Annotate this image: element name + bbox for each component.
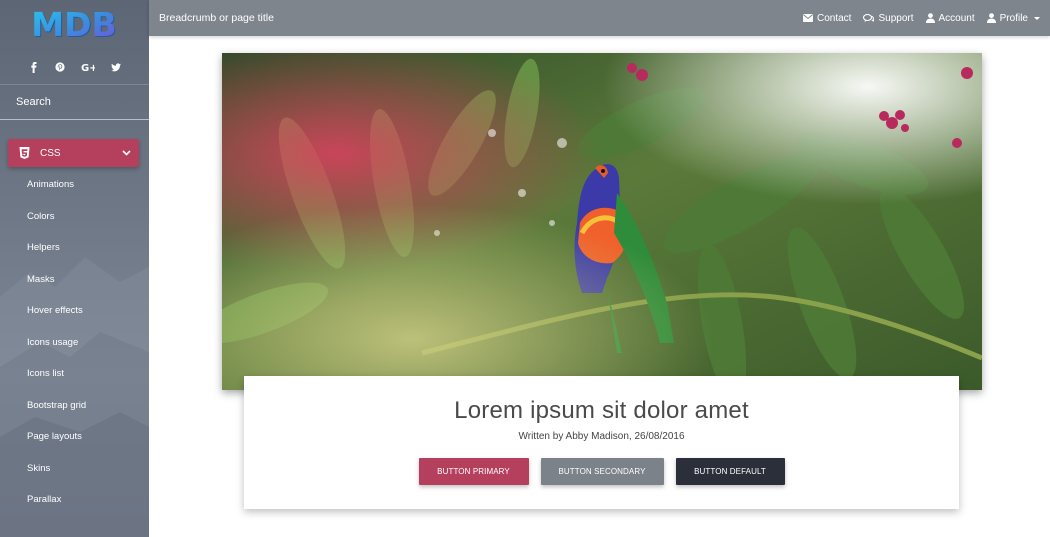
secondary-button[interactable]: BUTTON SECONDARY — [540, 458, 664, 485]
user-icon — [925, 13, 935, 23]
sidebar-item-label: Masks — [27, 273, 55, 285]
sidebar-item-icons-usage[interactable]: Icons usage — [0, 327, 149, 359]
content-card: Lorem ipsum sit dolor amet Written by Ab… — [244, 376, 959, 509]
svg-text:G+: G+ — [81, 63, 95, 72]
primary-button[interactable]: BUTTON PRIMARY — [418, 458, 529, 485]
pinterest-icon[interactable] — [54, 61, 65, 73]
breadcrumb: Breadcrumb or page title — [159, 12, 274, 24]
profile-label: Profile — [999, 12, 1028, 24]
sidebar-item-hover-effects[interactable]: Hover effects — [0, 295, 149, 327]
profile-dropdown[interactable]: Profile — [986, 12, 1040, 24]
sidebar-item-css[interactable]: CSS — [8, 139, 139, 167]
sidebar-item-label: Hover effects — [27, 305, 83, 317]
card-title: Lorem ipsum sit dolor amet — [454, 397, 749, 424]
sidebar-submenu: Animations Colors Helpers Masks Hover ef… — [0, 169, 149, 516]
caret-down-icon — [1034, 16, 1040, 20]
social-links: G+ — [0, 58, 149, 76]
account-link[interactable]: Account — [925, 12, 975, 24]
search-input[interactable] — [16, 96, 136, 108]
comments-icon — [863, 13, 875, 22]
facebook-icon[interactable] — [29, 61, 39, 73]
user-icon — [986, 13, 996, 23]
sidebar-item-helpers[interactable]: Helpers — [0, 232, 149, 264]
card-byline: Written by Abby Madison, 26/08/2016 — [518, 431, 685, 442]
sidebar-item-label: Icons list — [27, 368, 64, 380]
sidebar: MDB MDB G+ CSS Animations Colors — [0, 0, 149, 537]
sidebar-item-bootstrap-grid[interactable]: Bootstrap grid — [0, 390, 149, 422]
parrot-photo — [222, 53, 982, 390]
twitter-icon[interactable] — [110, 61, 121, 73]
sidebar-item-label: Parallax — [27, 494, 62, 506]
mdb-logo[interactable]: MDB MDB — [0, 6, 149, 46]
sidebar-search — [0, 84, 149, 120]
envelope-icon — [803, 14, 813, 22]
sidebar-item-icons-list[interactable]: Icons list — [0, 358, 149, 390]
sidebar-item-label: Icons usage — [27, 336, 79, 348]
sidebar-item-label: Bootstrap grid — [27, 399, 87, 411]
sidebar-item-page-layouts[interactable]: Page layouts — [0, 421, 149, 453]
contact-label: Contact — [817, 12, 852, 24]
sidebar-item-parallax[interactable]: Parallax — [0, 484, 149, 516]
sidebar-item-skins[interactable]: Skins — [0, 453, 149, 485]
hero-image — [222, 53, 982, 390]
sidebar-item-animations[interactable]: Animations — [0, 169, 149, 201]
account-label: Account — [938, 12, 975, 24]
sidebar-item-label: Colors — [27, 210, 55, 222]
chevron-down-icon — [122, 150, 131, 156]
top-navbar: Breadcrumb or page title Contact Support… — [149, 0, 1050, 36]
google-plus-icon[interactable]: G+ — [81, 61, 95, 73]
css3-icon — [19, 147, 30, 159]
support-label: Support — [878, 12, 914, 24]
default-button[interactable]: BUTTON DEFAULT — [675, 458, 785, 485]
sidebar-item-css-label: CSS — [40, 147, 61, 159]
contact-link[interactable]: Contact — [803, 13, 851, 24]
sidebar-item-label: Skins — [27, 462, 51, 474]
navbar-links: Contact Support Account Profile — [803, 0, 1040, 36]
sidebar-item-label: Page layouts — [27, 431, 82, 443]
support-link[interactable]: Support — [863, 12, 914, 24]
sidebar-item-label: Helpers — [27, 242, 60, 254]
svg-text:MDB: MDB — [31, 7, 116, 44]
sidebar-item-label: Animations — [27, 179, 74, 191]
sidebar-item-colors[interactable]: Colors — [0, 201, 149, 233]
logo-mark: MDB MDB — [31, 7, 117, 45]
sidebar-item-masks[interactable]: Masks — [0, 264, 149, 296]
card-buttons: BUTTON PRIMARY BUTTON SECONDARY BUTTON D… — [244, 458, 959, 485]
